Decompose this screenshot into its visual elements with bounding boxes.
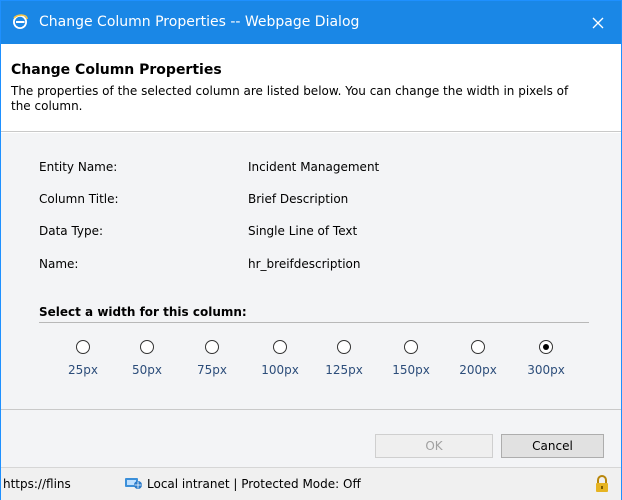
data-type-label: Data Type: <box>39 224 104 238</box>
column-title-value: Brief Description <box>248 192 349 206</box>
radio-button-selected[interactable] <box>539 340 553 354</box>
cancel-button[interactable]: Cancel <box>501 434 604 458</box>
radio-button[interactable] <box>273 340 287 354</box>
radio-label: 25px <box>68 363 98 377</box>
radio-label: 150px <box>392 363 430 377</box>
width-section-title: Select a width for this column: <box>39 305 247 319</box>
width-option-200[interactable]: 200px <box>453 340 503 377</box>
radio-label: 100px <box>261 363 299 377</box>
intranet-icon <box>123 474 143 492</box>
width-option-75[interactable]: 75px <box>187 340 237 377</box>
radio-label: 300px <box>527 363 565 377</box>
dialog-footer: OK Cancel <box>1 409 621 467</box>
width-option-25[interactable]: 25px <box>58 340 108 377</box>
title-bar: Change Column Properties -- Webpage Dial… <box>1 1 621 44</box>
name-value: hr_breifdescription <box>248 257 361 271</box>
entity-name-value: Incident Management <box>248 160 380 174</box>
name-label: Name: <box>39 257 79 271</box>
status-url: https://flins <box>3 477 71 491</box>
header-description: The properties of the selected column ar… <box>11 84 569 113</box>
radio-button[interactable] <box>471 340 485 354</box>
close-button[interactable] <box>575 1 621 44</box>
section-divider <box>39 322 589 323</box>
dialog-body: Entity Name: Incident Management Column … <box>1 133 621 409</box>
dialog-header: Change Column Properties The properties … <box>1 44 621 132</box>
security-zone-text: Local intranet | Protected Mode: Off <box>147 477 361 491</box>
radio-button[interactable] <box>140 340 154 354</box>
width-option-125[interactable]: 125px <box>319 340 369 377</box>
width-option-150[interactable]: 150px <box>386 340 436 377</box>
column-title-label: Column Title: <box>39 192 119 206</box>
radio-label: 75px <box>197 363 227 377</box>
width-option-300[interactable]: 300px <box>521 340 571 377</box>
ie-icon <box>11 13 29 31</box>
radio-button[interactable] <box>337 340 351 354</box>
data-type-value: Single Line of Text <box>248 224 358 238</box>
width-option-100[interactable]: 100px <box>255 340 305 377</box>
radio-label: 50px <box>132 363 162 377</box>
header-title: Change Column Properties <box>11 62 222 78</box>
ok-button[interactable]: OK <box>375 434 493 458</box>
window-title: Change Column Properties -- Webpage Dial… <box>39 14 360 30</box>
radio-button[interactable] <box>205 340 219 354</box>
radio-button[interactable] <box>76 340 90 354</box>
status-bar: https://flins Local intranet | Protected… <box>1 467 621 500</box>
dialog-window: Change Column Properties -- Webpage Dial… <box>0 0 622 500</box>
radio-button[interactable] <box>404 340 418 354</box>
width-option-50[interactable]: 50px <box>122 340 172 377</box>
lock-icon <box>593 474 611 494</box>
close-icon <box>592 17 604 28</box>
entity-name-label: Entity Name: <box>39 160 118 174</box>
radio-label: 200px <box>459 363 497 377</box>
radio-label: 125px <box>325 363 363 377</box>
